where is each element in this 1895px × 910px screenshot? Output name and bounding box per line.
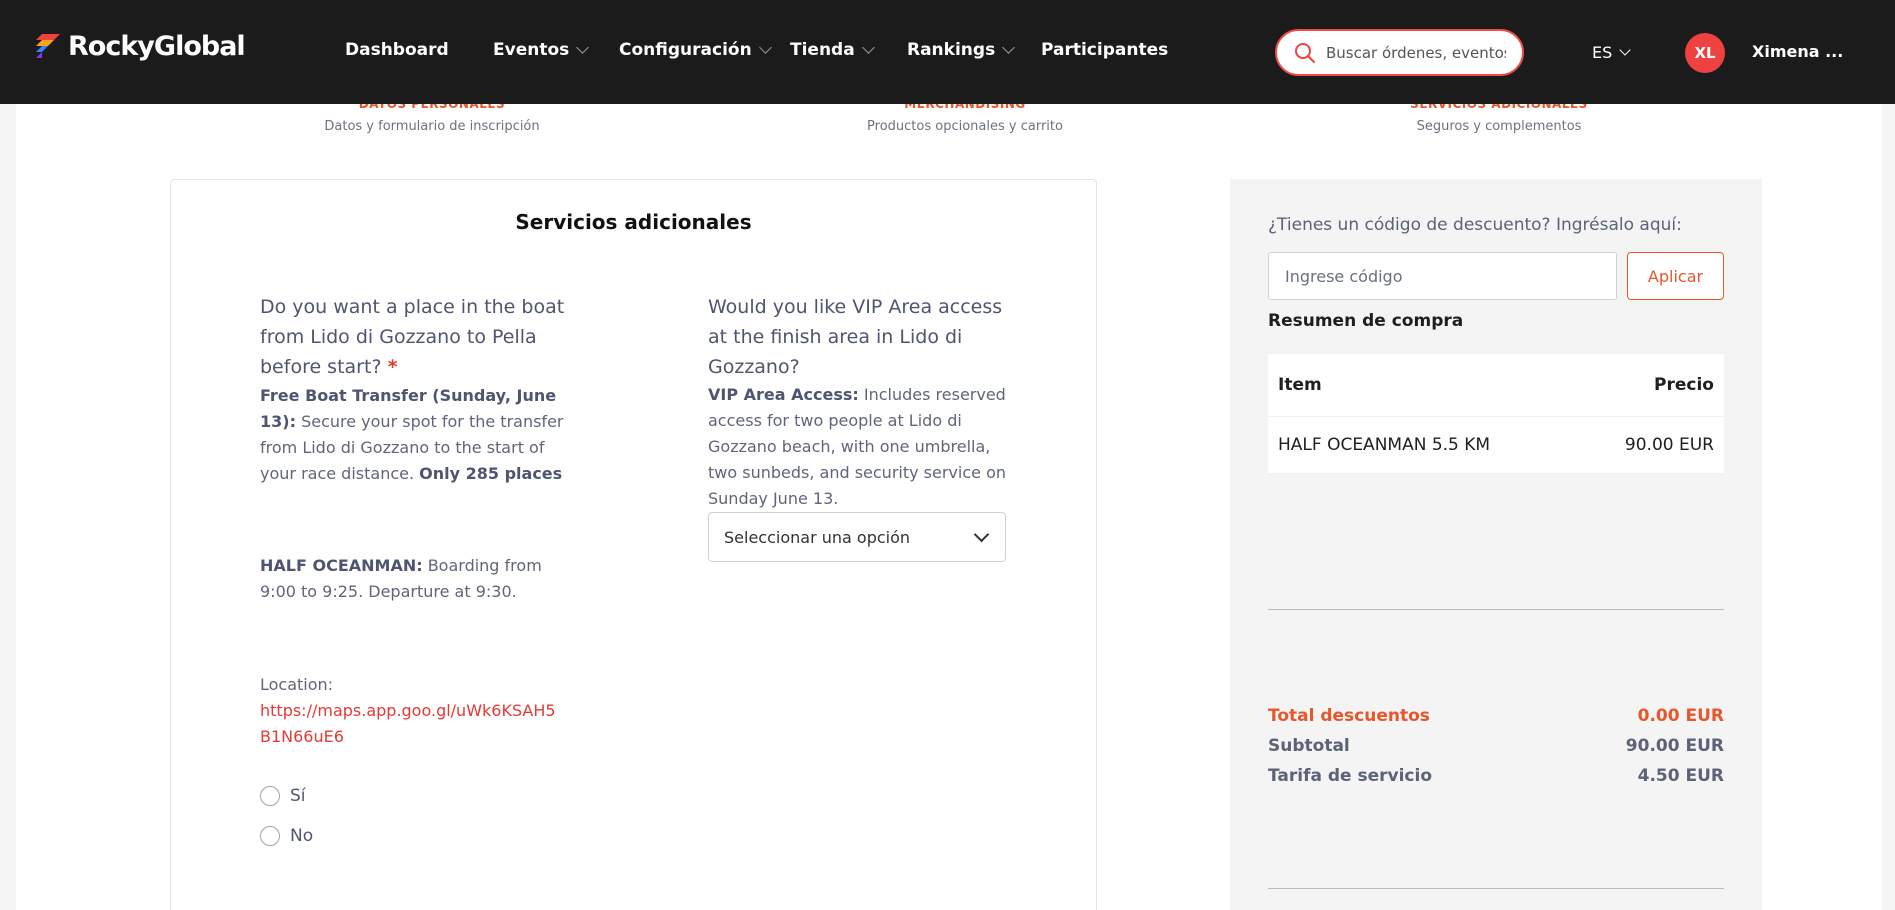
search-icon xyxy=(1295,42,1315,63)
chevron-down-icon xyxy=(758,41,772,54)
vip-area-select[interactable]: Seleccionar una opción xyxy=(708,512,1006,562)
search-input[interactable] xyxy=(1326,43,1506,62)
avatar[interactable]: XL xyxy=(1685,33,1725,73)
select-value: Seleccionar una opción xyxy=(724,527,911,547)
summary-table-header: Item Precio xyxy=(1268,354,1724,417)
nav-eventos[interactable]: Eventos xyxy=(493,40,590,60)
nav-dashboard[interactable]: Dashboard xyxy=(345,40,449,60)
logo-stripes-icon xyxy=(36,34,60,58)
chevron-down-icon xyxy=(1002,41,1016,54)
radio-option-si[interactable]: Sí xyxy=(260,786,306,806)
chevron-down-icon xyxy=(973,526,990,543)
nav-participantes-label: Participantes xyxy=(1041,40,1169,60)
places-limit: Only 285 places xyxy=(419,464,563,483)
step-title: MERCHANDISING xyxy=(904,104,1026,111)
top-navbar: RockyGlobal Dashboard Eventos Configurac… xyxy=(0,0,1895,104)
question-vip-description: VIP Area Access: Includes reserved acces… xyxy=(708,382,1013,512)
divider xyxy=(1268,888,1724,889)
chevron-down-icon xyxy=(1619,44,1631,56)
question-title: Do you want a place in the boat from Lid… xyxy=(260,292,565,382)
radio-label: No xyxy=(290,826,314,846)
location-label: Location: xyxy=(260,675,334,694)
question-description: Free Boat Transfer (Sunday, June 13): Se… xyxy=(260,383,565,487)
total-discounts-value: 0.00 EUR xyxy=(1637,706,1724,726)
service-fee-value: 4.50 EUR xyxy=(1637,766,1724,786)
radio-circle[interactable] xyxy=(260,786,280,806)
chevron-down-icon xyxy=(861,41,875,54)
boarding-info-bold: HALF OCEANMAN: xyxy=(260,556,423,575)
nav-rankings[interactable]: Rankings xyxy=(907,40,1016,60)
nav-tienda[interactable]: Tienda xyxy=(790,40,875,60)
nav-tienda-label: Tienda xyxy=(790,40,855,60)
service-fee-label: Tarifa de servicio xyxy=(1268,766,1433,786)
question-boat-title: Do you want a place in the boat from Lid… xyxy=(260,296,565,378)
form-title: Servicios adicionales xyxy=(515,210,752,234)
nav-configuracion[interactable]: Configuración xyxy=(619,40,772,60)
radio-label: Sí xyxy=(290,786,306,806)
radio-circle[interactable] xyxy=(260,826,280,846)
item-price: 90.00 EUR xyxy=(1624,435,1714,455)
user-name[interactable]: Ximena ... xyxy=(1752,42,1843,61)
summary-table: Item Precio HALF OCEANMAN 5.5 KM 90.00 E… xyxy=(1268,354,1724,474)
question-vip-area: Would you like VIP Area access at the fi… xyxy=(708,292,1013,512)
required-mark: * xyxy=(387,356,398,378)
nav-dashboard-label: Dashboard xyxy=(345,40,449,60)
nav-rankings-label: Rankings xyxy=(907,40,996,60)
step-subtitle: Productos opcionales y carrito xyxy=(867,119,1063,134)
item-name: HALF OCEANMAN 5.5 KM xyxy=(1278,435,1491,455)
question-boat-transfer: Do you want a place in the boat from Lid… xyxy=(260,292,565,487)
radio-option-no[interactable]: No xyxy=(260,826,313,846)
chevron-down-icon xyxy=(576,41,590,54)
step-title: DATOS PERSONALES xyxy=(358,104,506,111)
nav-configuracion-label: Configuración xyxy=(619,40,752,60)
table-row: HALF OCEANMAN 5.5 KM 90.00 EUR xyxy=(1268,417,1724,474)
vip-bold: VIP Area Access: xyxy=(708,385,859,404)
step-subtitle: Datos y formulario de inscripción xyxy=(324,119,540,134)
search-box[interactable] xyxy=(1275,29,1524,76)
discount-code-input[interactable] xyxy=(1268,252,1617,300)
step-subtitle: Seguros y complementos xyxy=(1416,119,1582,134)
summary-title: Resumen de compra xyxy=(1268,311,1464,331)
location-info: Location: https://maps.app.goo.gl/uWk6KS… xyxy=(260,672,565,750)
boarding-info: HALF OCEANMAN: Boarding from 9:00 to 9:2… xyxy=(260,553,565,605)
nav-participantes[interactable]: Participantes xyxy=(1041,40,1168,60)
service-fee-row: Tarifa de servicio 4.50 EUR xyxy=(1268,766,1724,786)
purchase-summary-panel: ¿Tienes un código de descuento? Ingrésal… xyxy=(1230,179,1762,910)
nav-eventos-label: Eventos xyxy=(493,40,570,60)
subtotal-label: Subtotal xyxy=(1268,736,1350,756)
subtotal-value: 90.00 EUR xyxy=(1625,736,1724,756)
brand-logo[interactable]: RockyGlobal xyxy=(34,30,246,62)
language-label: ES xyxy=(1592,43,1613,62)
brand-name: RockyGlobal xyxy=(68,30,246,62)
total-discounts-label: Total descuentos xyxy=(1268,706,1430,726)
col-price: Precio xyxy=(1654,375,1714,395)
apply-discount-button[interactable]: Aplicar xyxy=(1627,252,1724,300)
total-discounts-row: Total descuentos 0.00 EUR xyxy=(1268,706,1724,726)
step-datos-personales[interactable]: DATOS PERSONALES Datos y formulario de i… xyxy=(282,104,582,134)
question-vip-title: Would you like VIP Area access at the fi… xyxy=(708,296,1003,378)
subtotal-row: Subtotal 90.00 EUR xyxy=(1268,736,1724,756)
language-selector[interactable]: ES xyxy=(1592,43,1631,62)
location-link[interactable]: https://maps.app.goo.gl/uWk6KSAH5B1N66uE… xyxy=(260,701,556,746)
step-servicios-adicionales[interactable]: SERVICIOS ADICIONALES Seguros y compleme… xyxy=(1349,104,1649,134)
step-merchandising[interactable]: MERCHANDISING Productos opcionales y car… xyxy=(815,104,1115,134)
step-title: SERVICIOS ADICIONALES xyxy=(1410,104,1588,111)
col-item: Item xyxy=(1278,375,1322,395)
divider xyxy=(1268,609,1724,610)
discount-label: ¿Tienes un código de descuento? Ingrésal… xyxy=(1268,215,1682,235)
